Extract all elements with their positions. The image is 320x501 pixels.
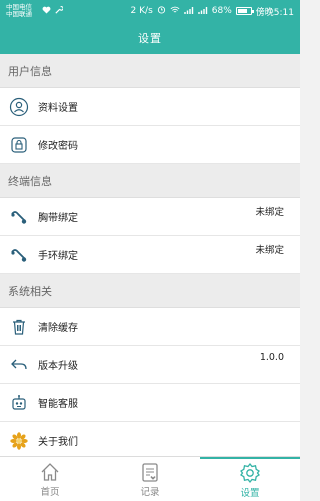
status-bar: 中国电信 中国联通 2 K/s 68% 傍晚5:11 <box>0 0 300 22</box>
row-label: 手环绑定 <box>38 251 78 262</box>
trash-icon <box>8 316 30 338</box>
row-label: 资料设置 <box>38 103 78 114</box>
section-title: 用户信息 <box>8 64 52 78</box>
flower-icon <box>8 430 30 452</box>
row-label: 版本升级 <box>38 361 78 372</box>
profile-settings-row[interactable]: 资料设置 <box>0 88 300 126</box>
title-bar: 设置 <box>0 22 300 54</box>
smart-service-row[interactable]: 智能客服 <box>0 384 300 422</box>
binding-status: 未绑定 <box>255 245 284 256</box>
upgrade-icon <box>8 354 30 376</box>
tab-label: 设置 <box>240 488 260 499</box>
chest-strap-binding-row[interactable]: 胸带绑定 未绑定 <box>0 198 300 236</box>
wifi-icon <box>170 6 180 17</box>
record-icon <box>139 460 161 484</box>
page-title: 设置 <box>138 32 162 45</box>
home-icon <box>39 460 61 484</box>
wristband-binding-row[interactable]: 手环绑定 未绑定 <box>0 236 300 274</box>
section-header-device-info: 终端信息 <box>0 164 300 198</box>
carrier-2: 中国联通 <box>6 10 32 18</box>
row-label: 胸带绑定 <box>38 213 78 224</box>
battery-icon <box>235 7 254 15</box>
chest-strap-icon <box>8 206 30 228</box>
battery-percent: 68% <box>211 6 232 16</box>
section-title: 终端信息 <box>8 174 52 188</box>
carrier-info: 中国电信 中国联通 <box>6 4 40 18</box>
tab-settings[interactable]: 设置 <box>200 457 300 501</box>
lock-icon <box>8 134 30 156</box>
row-label: 修改密码 <box>38 141 78 152</box>
clear-cache-row[interactable]: 清除缓存 <box>0 308 300 346</box>
row-label: 智能客服 <box>38 399 78 410</box>
version-number: 1.0.0 <box>259 352 284 363</box>
signal-icon <box>184 6 194 17</box>
tab-label: 首页 <box>40 487 60 498</box>
signal-2-icon <box>198 6 208 17</box>
version-upgrade-row[interactable]: 版本升级 1.0.0 <box>0 346 300 384</box>
row-label: 关于我们 <box>38 437 78 448</box>
robot-icon <box>8 392 30 414</box>
wristband-icon <box>8 244 30 266</box>
section-header-user-info: 用户信息 <box>0 54 300 88</box>
binding-status: 未绑定 <box>255 207 284 218</box>
alarm-icon <box>157 5 166 17</box>
network-speed: 2 K/s <box>130 6 153 16</box>
tab-home[interactable]: 首页 <box>0 457 100 501</box>
gear-icon <box>239 461 261 485</box>
bottom-tab-bar: 首页 记录 设置 <box>0 456 300 501</box>
heart-icon <box>42 6 51 17</box>
clock-time: 傍晚5:11 <box>255 7 294 18</box>
change-password-row[interactable]: 修改密码 <box>0 126 300 164</box>
user-icon <box>8 96 30 118</box>
section-title: 系统相关 <box>8 284 52 298</box>
tab-label: 记录 <box>140 487 160 498</box>
wrench-icon <box>55 5 64 17</box>
about-us-row[interactable]: 关于我们 <box>0 422 300 460</box>
section-header-system: 系统相关 <box>0 274 300 308</box>
row-label: 清除缓存 <box>38 323 78 334</box>
tab-record[interactable]: 记录 <box>100 457 200 501</box>
